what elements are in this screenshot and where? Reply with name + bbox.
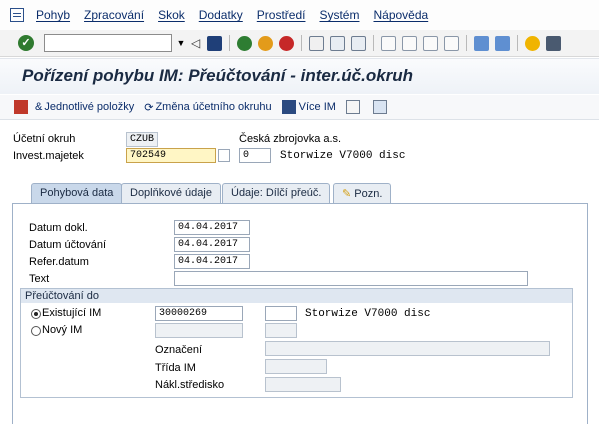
posting-date-label: Datum účtování bbox=[29, 239, 107, 251]
single-items-icon: & bbox=[35, 101, 43, 113]
existing-asset-subnumber[interactable] bbox=[265, 306, 297, 321]
menu-napoveda[interactable]: Nápověda bbox=[373, 8, 428, 22]
change-company-label: Změna účetního okruhu bbox=[155, 101, 272, 113]
company-code-field: CZUB bbox=[126, 132, 158, 147]
new-session-icon[interactable] bbox=[474, 35, 489, 51]
prev-page-icon[interactable] bbox=[402, 35, 417, 51]
toolbar-separator bbox=[517, 35, 518, 51]
single-items-button[interactable]: & Jednotlivé položky bbox=[35, 101, 134, 113]
menu-system[interactable]: Systém bbox=[319, 8, 359, 22]
tab-partial-transfer[interactable]: Údaje: Dílčí přeúč. bbox=[222, 183, 331, 204]
description-input bbox=[265, 341, 550, 356]
cancel-icon[interactable] bbox=[279, 35, 294, 51]
cost-center-input bbox=[265, 377, 341, 392]
new-asset-label: Nový IM bbox=[42, 324, 83, 336]
toolbar-separator bbox=[466, 35, 467, 51]
reference-date-label: Refer.datum bbox=[29, 256, 89, 268]
toolbar-separator bbox=[301, 35, 302, 51]
tab-movement-data[interactable]: Pohybová data bbox=[31, 183, 123, 204]
enter-check-icon[interactable]: ✓ bbox=[18, 35, 34, 51]
note-icon: ✎ bbox=[342, 188, 352, 200]
description-label: Označení bbox=[155, 344, 203, 356]
asset-class-input bbox=[265, 359, 327, 374]
company-name: Česká zbrojovka a.s. bbox=[239, 133, 342, 145]
title-bar: Pořízení pohybu IM: Přeúčtování - inter.… bbox=[0, 58, 599, 94]
next-page-icon[interactable] bbox=[423, 35, 438, 51]
app-menu-icon[interactable] bbox=[10, 8, 24, 22]
change-company-button[interactable]: ⟳ Změna účetního okruhu bbox=[144, 101, 271, 114]
asset-description: Storwize V7000 disc bbox=[280, 150, 406, 162]
save-icon[interactable] bbox=[207, 35, 222, 51]
simulate-button[interactable] bbox=[345, 100, 363, 114]
more-im-button[interactable]: Více IM bbox=[281, 100, 336, 114]
existing-asset-label: Existující IM bbox=[42, 307, 102, 319]
asset-search-help-icon[interactable] bbox=[218, 149, 230, 162]
application-toolbar: & Jednotlivé položky ⟳ Změna účetního ok… bbox=[0, 95, 599, 120]
find-next-icon[interactable] bbox=[351, 35, 366, 51]
asset-class-label: Třída IM bbox=[155, 362, 196, 374]
command-dropdown-icon[interactable]: ▼ bbox=[174, 34, 188, 52]
overview-icon bbox=[14, 100, 28, 114]
menu-prostredi[interactable]: Prostředí bbox=[257, 8, 306, 22]
menu-bar: Pohyb Zpracování Skok Dodatky Prostředí … bbox=[0, 0, 599, 30]
exit-icon[interactable] bbox=[258, 35, 273, 51]
overview-button[interactable] bbox=[14, 100, 31, 114]
toolbar-separator bbox=[373, 35, 374, 51]
single-items-label: Jednotlivé položky bbox=[44, 101, 135, 113]
document-date-input[interactable]: 04.04.2017 bbox=[174, 220, 250, 235]
page-title: Pořízení pohybu IM: Přeúčtování - inter.… bbox=[22, 66, 414, 85]
find-icon[interactable] bbox=[330, 35, 345, 51]
print-icon[interactable] bbox=[309, 35, 324, 51]
existing-asset-radio[interactable] bbox=[31, 309, 41, 319]
reference-date-input[interactable]: 04.04.2017 bbox=[174, 254, 250, 269]
cost-center-label: Nákl.středisko bbox=[155, 379, 225, 391]
new-asset-input bbox=[155, 323, 243, 338]
tab-additional-data[interactable]: Doplňkové údaje bbox=[121, 183, 221, 204]
text-input[interactable] bbox=[174, 271, 528, 286]
post-button[interactable] bbox=[372, 100, 390, 114]
new-asset-subnumber bbox=[265, 323, 297, 338]
command-field[interactable] bbox=[44, 34, 172, 52]
first-page-icon[interactable] bbox=[381, 35, 396, 51]
asset-subnumber-input[interactable]: 0 bbox=[239, 148, 271, 163]
transfer-to-header: Přeúčtování do bbox=[21, 289, 572, 303]
company-code-label: Účetní okruh bbox=[13, 133, 76, 145]
document-date-label: Datum dokl. bbox=[29, 222, 88, 234]
menu-pohyb[interactable]: Pohyb bbox=[36, 8, 70, 22]
asset-number-input[interactable]: 702549 bbox=[126, 148, 216, 163]
shortcut-icon[interactable] bbox=[495, 35, 510, 51]
more-im-icon bbox=[281, 100, 296, 114]
menu-zpracovani[interactable]: Zpracování bbox=[84, 8, 144, 22]
back-arrow-icon[interactable]: ◁ bbox=[191, 36, 201, 51]
tab-strip: Pohybová data Doplňkové údaje Údaje: Díl… bbox=[0, 178, 599, 204]
system-toolbar: ✓ ▼ ◁ bbox=[0, 30, 599, 57]
back-icon[interactable] bbox=[237, 35, 252, 51]
change-company-icon: ⟳ bbox=[144, 101, 154, 114]
post-icon bbox=[372, 100, 387, 114]
help-icon[interactable] bbox=[525, 35, 540, 51]
last-page-icon[interactable] bbox=[444, 35, 459, 51]
more-im-label: Více IM bbox=[298, 101, 336, 113]
layout-icon[interactable] bbox=[546, 35, 561, 51]
new-asset-radio[interactable] bbox=[31, 326, 41, 336]
posting-date-input[interactable]: 04.04.2017 bbox=[174, 237, 250, 252]
existing-asset-input[interactable]: 30000269 bbox=[155, 306, 243, 321]
text-label: Text bbox=[29, 273, 50, 285]
asset-label: Invest.majetek bbox=[13, 150, 84, 162]
simulate-icon bbox=[345, 100, 360, 114]
toolbar-separator bbox=[229, 35, 230, 51]
tab-note-label: Pozn. bbox=[354, 188, 383, 200]
menu-dodatky[interactable]: Dodatky bbox=[199, 8, 243, 22]
menu-skok[interactable]: Skok bbox=[158, 8, 185, 22]
tab-note[interactable]: ✎ Pozn. bbox=[333, 183, 392, 204]
existing-asset-description: Storwize V7000 disc bbox=[305, 308, 431, 320]
